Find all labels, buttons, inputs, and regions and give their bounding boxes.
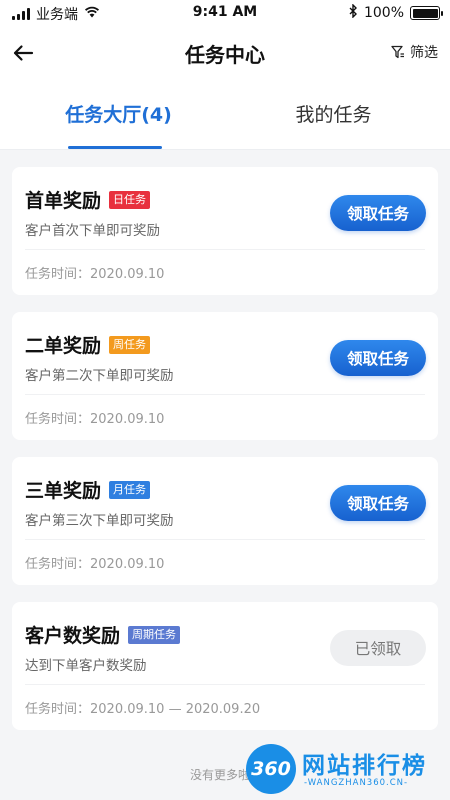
task-card: 首单奖励 日任务 客户首次下单即可奖励 任务时间：2020.09.10 领取任务 — [12, 167, 438, 295]
task-description: 客户首次下单即可奖励 — [25, 223, 160, 239]
task-card: 二单奖励 周任务 客户第二次下单即可奖励 任务时间：2020.09.10 领取任… — [12, 312, 438, 440]
claim-task-button[interactable]: 领取任务 — [330, 195, 426, 231]
divider — [25, 249, 425, 250]
watermark-360-icon: 360 — [246, 744, 296, 794]
task-type-badge: 周任务 — [109, 335, 151, 354]
tab-bar: 任务大厅(4) 我的任务 — [0, 80, 450, 150]
battery-icon — [410, 6, 443, 20]
claimed-button[interactable]: 已领取 — [330, 630, 426, 666]
task-description: 客户第二次下单即可奖励 — [25, 368, 174, 384]
no-more-text: 没有更多啦 — [190, 768, 251, 782]
back-button[interactable] — [10, 40, 36, 66]
arrow-left-icon — [13, 45, 34, 61]
divider — [25, 684, 425, 685]
divider — [25, 539, 425, 540]
task-description: 达到下单客户数奖励 — [25, 658, 147, 674]
battery-percent: 100% — [363, 5, 404, 21]
watermark-name: 网站排行榜 — [302, 753, 427, 779]
task-card: 三单奖励 月任务 客户第三次下单即可奖励 任务时间：2020.09.10 领取任… — [12, 457, 438, 585]
active-tab-indicator — [68, 146, 162, 149]
task-title: 首单奖励 — [25, 190, 102, 212]
watermark-logo: 360 网站排行榜 -WANGZHAN360.CN- — [246, 742, 450, 800]
task-type-badge: 日任务 — [109, 190, 151, 209]
filter-button[interactable]: 筛选 — [391, 42, 438, 62]
claim-task-button[interactable]: 领取任务 — [330, 485, 426, 521]
task-title: 客户数奖励 — [25, 625, 121, 647]
filter-icon — [391, 45, 404, 59]
tab-task-hall[interactable]: 任务大厅(4) — [6, 100, 231, 127]
task-title: 三单奖励 — [25, 480, 102, 502]
filter-label: 筛选 — [410, 45, 438, 61]
task-time: 任务时间：2020.09.10 — [25, 557, 165, 572]
task-type-badge: 周期任务 — [128, 625, 181, 644]
claim-task-button[interactable]: 领取任务 — [330, 340, 426, 376]
watermark-url: -WANGZHAN360.CN- — [304, 778, 409, 788]
tab-my-tasks[interactable]: 我的任务 — [221, 100, 446, 127]
task-time: 任务时间：2020.09.10 — [25, 412, 165, 427]
task-type-badge: 月任务 — [109, 480, 151, 499]
bluetooth-icon — [349, 3, 358, 22]
nav-bar: 任务中心 筛选 — [0, 26, 450, 80]
status-bar: 业务端 9:41 AM 100% — [0, 0, 450, 26]
task-title: 二单奖励 — [25, 335, 102, 357]
task-card: 客户数奖励 周期任务 达到下单客户数奖励 任务时间：2020.09.10 — 2… — [12, 602, 438, 730]
task-time: 任务时间：2020.09.10 — [25, 267, 165, 282]
task-description: 客户第三次下单即可奖励 — [25, 513, 174, 529]
page-title: 任务中心 — [185, 43, 265, 67]
divider — [25, 394, 425, 395]
task-time: 任务时间：2020.09.10 — 2020.09.20 — [25, 702, 261, 717]
